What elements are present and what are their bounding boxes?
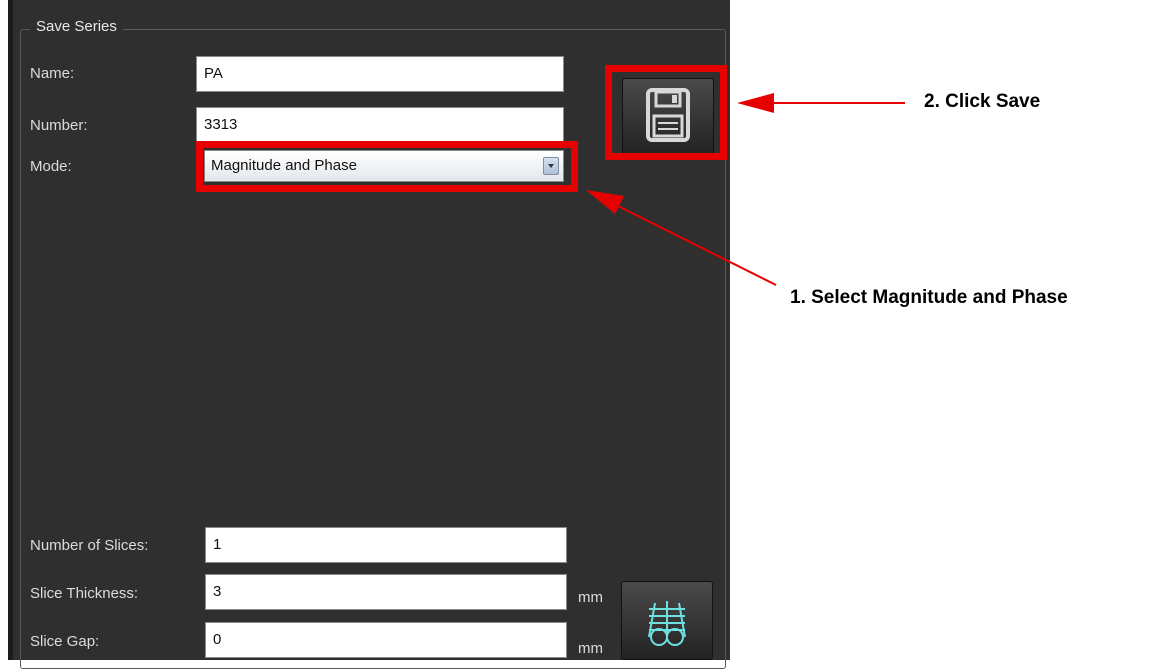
callout-select-mode: 1. Select Magnitude and Phase: [790, 287, 1068, 308]
arrow-to-mode: [586, 190, 777, 286]
callout-click-save: 2. Click Save: [924, 91, 1041, 112]
arrow-to-save: [737, 93, 905, 113]
